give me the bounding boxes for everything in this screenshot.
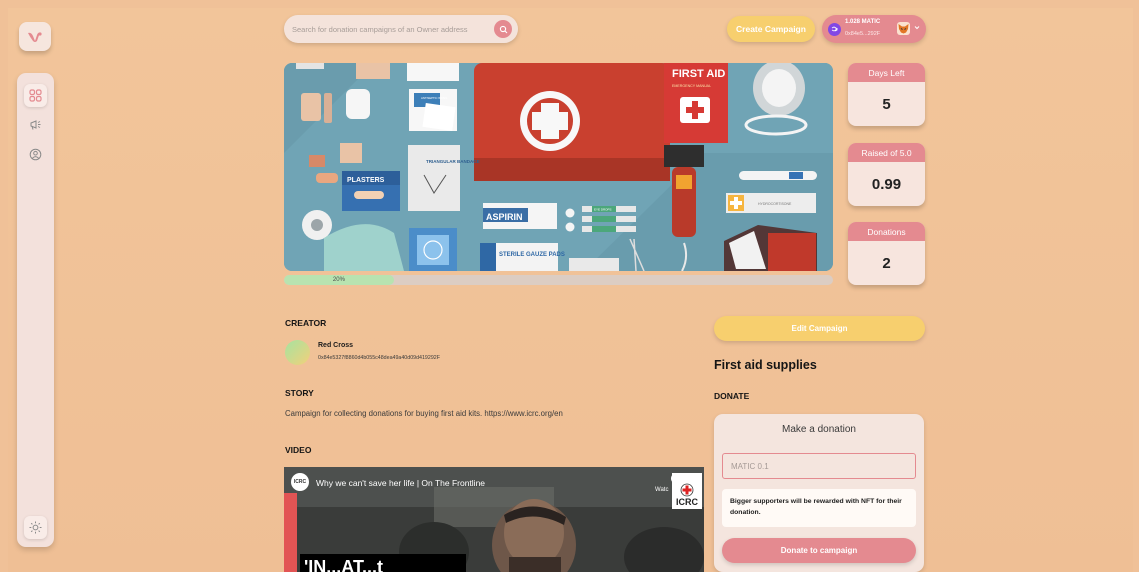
- icrc-badge-label: ICRC: [676, 497, 698, 507]
- stat-value: 2: [882, 254, 891, 272]
- svg-text:EMERGENCY MANUAL: EMERGENCY MANUAL: [672, 84, 711, 88]
- donation-card: Make a donation Bigger supporters will b…: [714, 414, 924, 572]
- wallet-button[interactable]: 1.028 MATIC 0x84e5...292F: [822, 15, 926, 43]
- creator-avatar: [285, 340, 310, 365]
- hero-first-aid-text: FIRST AID: [672, 68, 725, 80]
- watch-later-label[interactable]: Watc: [655, 487, 668, 493]
- svg-text:ASPIRIN: ASPIRIN: [486, 212, 523, 222]
- stat-days-left: Days Left 5: [848, 63, 925, 126]
- video-overlay-text: 'IN...AT...t: [300, 554, 466, 572]
- search-icon: [499, 25, 507, 33]
- progress-fill: 20%: [284, 275, 394, 285]
- wallet-address: 0x84e5...292F: [845, 31, 881, 37]
- stat-label: Raised of 5.0: [848, 143, 925, 162]
- sidebar-item-dashboard[interactable]: [24, 84, 47, 107]
- funding-progress-bar: 20%: [284, 275, 833, 285]
- sidebar: [17, 73, 54, 547]
- donate-heading: DONATE: [714, 391, 750, 401]
- first-aid-illustration: FIRST AID EMERGENCY MANUAL ANTISEPTIC WI…: [284, 63, 833, 271]
- search-input[interactable]: [292, 20, 488, 38]
- donation-card-title: Make a donation: [782, 424, 856, 435]
- stat-label: Donations: [848, 222, 925, 241]
- nft-reward-note: Bigger supporters will be rewarded with …: [722, 489, 916, 527]
- dashboard-icon: [29, 89, 42, 102]
- stat-value: 0.99: [871, 175, 902, 193]
- story-text: Campaign for collecting donations for bu…: [285, 409, 563, 418]
- svg-text:EYE DROPS: EYE DROPS: [594, 208, 612, 212]
- stat-donations: Donations 2: [848, 222, 925, 285]
- create-campaign-button[interactable]: Create Campaign: [727, 16, 815, 42]
- story-heading: STORY: [285, 388, 314, 398]
- stat-value: 5: [882, 95, 891, 113]
- sidebar-item-campaigns[interactable]: [24, 113, 47, 136]
- svg-text:STERILE GAUZE PADS: STERILE GAUZE PADS: [499, 252, 565, 258]
- creator-name[interactable]: Red Cross: [318, 342, 353, 349]
- video-red-stripe: [284, 493, 297, 572]
- wallet-balance: 1.028 MATIC: [845, 19, 881, 25]
- search-bar: [284, 15, 518, 43]
- creator-address[interactable]: 0x84e5327f8860d4b055c48dea49a40d09d41929…: [318, 355, 440, 361]
- app-logo[interactable]: [19, 22, 51, 51]
- svg-text:HYDROCORTISONE: HYDROCORTISONE: [758, 202, 792, 206]
- channel-logo[interactable]: ICRC: [291, 473, 309, 491]
- icrc-badge: ICRC: [672, 473, 702, 509]
- donate-button[interactable]: Donate to campaign: [722, 538, 916, 563]
- chevron-down-icon: [914, 26, 920, 30]
- sidebar-item-profile[interactable]: [24, 143, 47, 166]
- creator-heading: CREATOR: [285, 318, 327, 328]
- video-heading: VIDEO: [285, 445, 312, 455]
- video-title[interactable]: Why we can't save her life | On The Fron…: [316, 478, 485, 488]
- svg-text:ANTISEPTIC WIPES: ANTISEPTIC WIPES: [421, 96, 447, 100]
- campaign-title: First aid supplies: [714, 358, 817, 372]
- theme-toggle[interactable]: [24, 516, 47, 539]
- campaign-image: FIRST AID EMERGENCY MANUAL ANTISEPTIC WI…: [284, 63, 833, 271]
- logo-icon: [28, 31, 42, 42]
- svg-text:PLASTERS: PLASTERS: [347, 177, 385, 184]
- megaphone-icon: [30, 120, 41, 130]
- edit-campaign-button[interactable]: Edit Campaign: [714, 316, 925, 341]
- stat-raised: Raised of 5.0 0.99: [848, 143, 925, 206]
- video-player[interactable]: ICRC Why we can't save her life | On The…: [284, 467, 704, 572]
- donation-amount-input[interactable]: [722, 453, 916, 479]
- search-button[interactable]: [494, 20, 512, 38]
- stat-label: Days Left: [848, 63, 925, 82]
- sun-icon: [29, 521, 42, 534]
- polygon-icon: [828, 23, 841, 36]
- svg-text:TRIANGULAR BANDAGE: TRIANGULAR BANDAGE: [426, 159, 480, 164]
- profile-icon: [29, 148, 42, 161]
- red-cross-icon: [680, 483, 694, 497]
- metamask-fox-icon: [897, 22, 910, 35]
